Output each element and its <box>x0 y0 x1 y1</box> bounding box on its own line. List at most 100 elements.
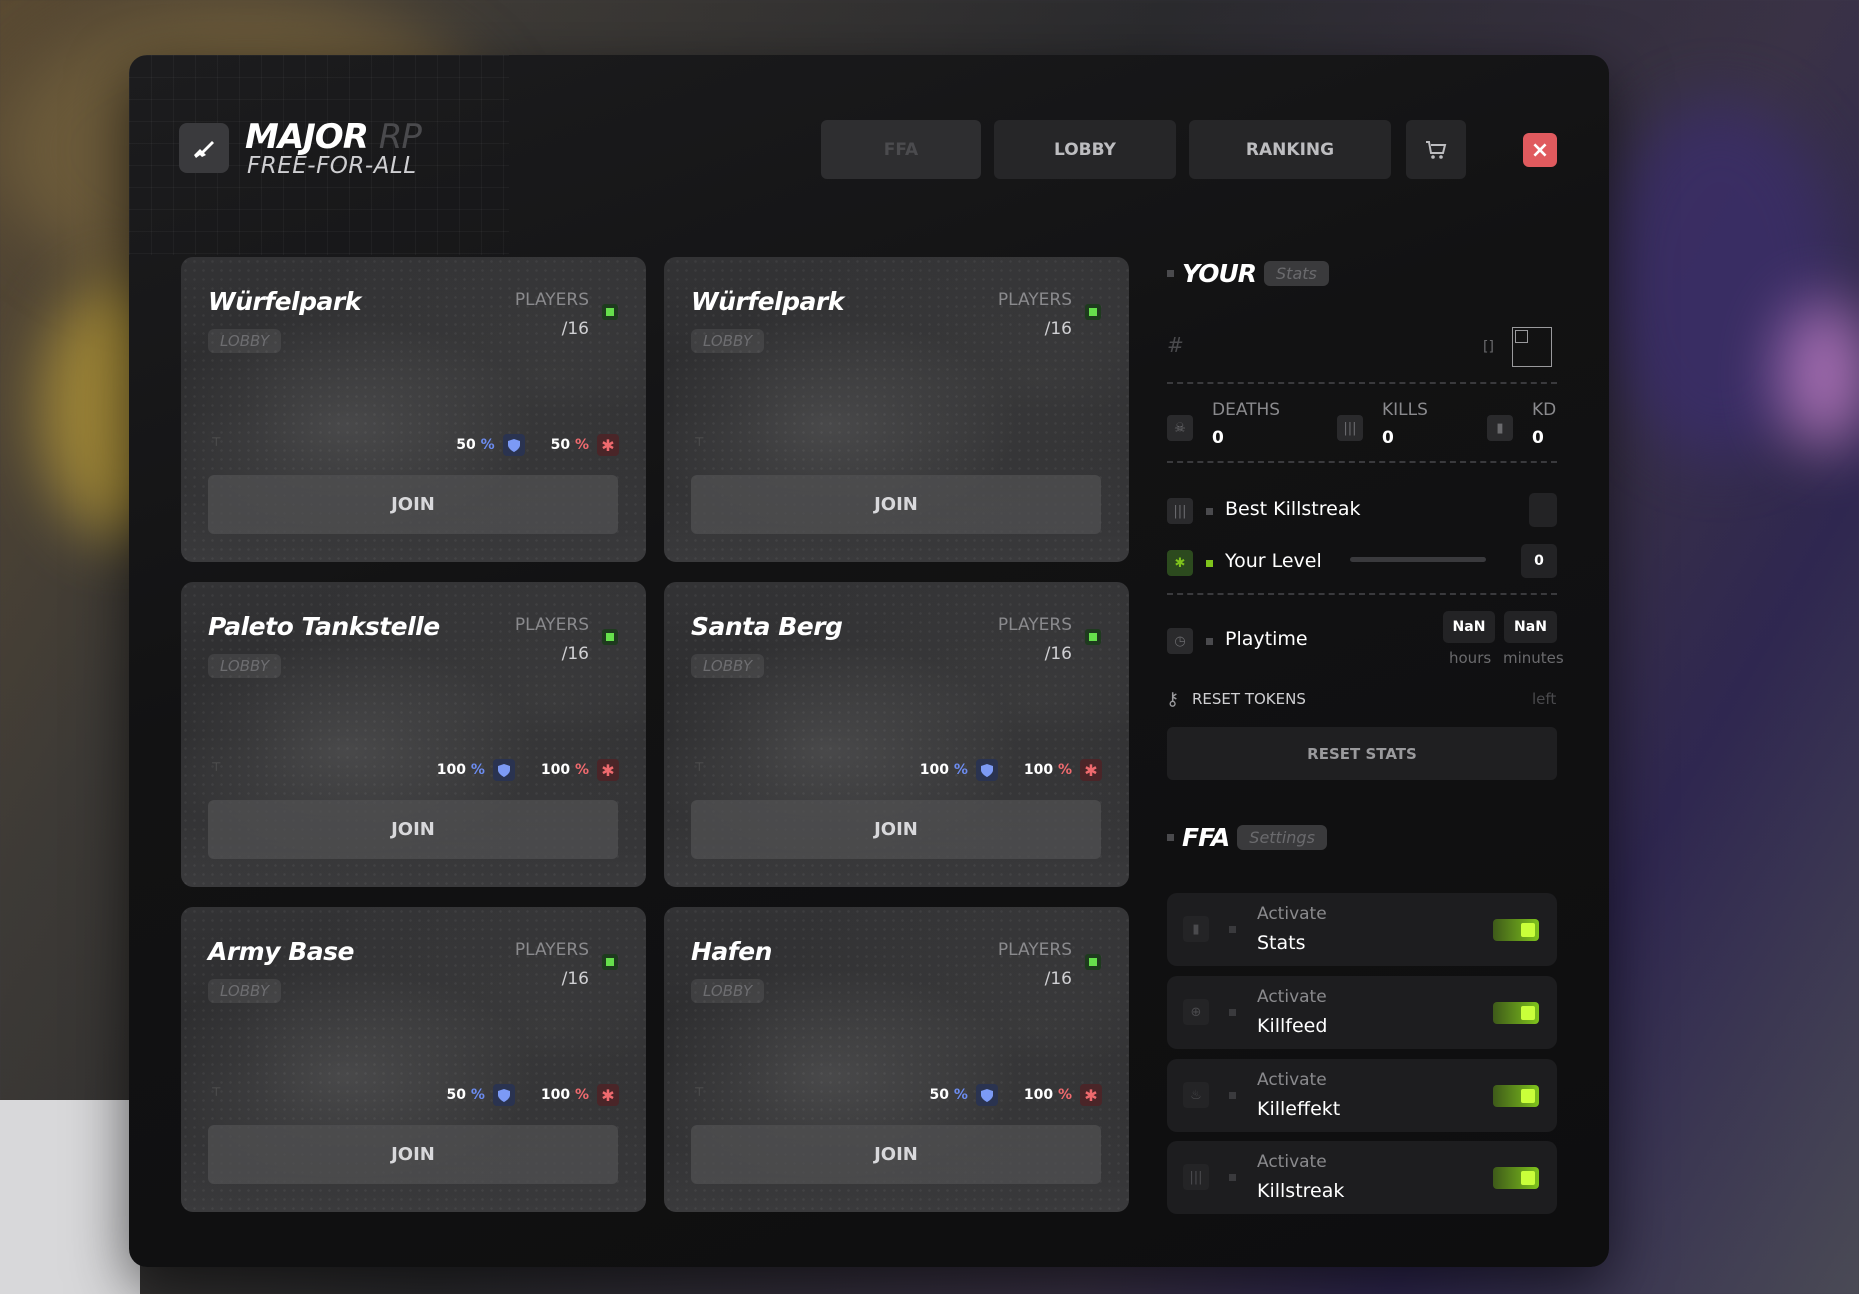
close-button[interactable]: × <box>1523 133 1557 167</box>
tab-ffa[interactable]: FFA <box>821 120 981 179</box>
map-name: Hafen <box>691 937 772 966</box>
setting-toggle[interactable] <box>1493 919 1539 941</box>
setting-name: Killstreak <box>1257 1180 1345 1202</box>
map-name: Santa Berg <box>691 612 843 641</box>
shield-icon <box>492 759 515 781</box>
medical-icon: ✱ <box>597 1084 619 1106</box>
setting-toggle[interactable] <box>1493 1167 1539 1189</box>
level-icon: ✱ <box>1167 550 1193 576</box>
shield-icon <box>502 434 525 456</box>
brand-title: MAJOR RP <box>245 117 422 157</box>
shield-icon <box>492 1084 515 1106</box>
clock-icon: ◷ <box>1167 628 1193 654</box>
key-icon: ⚷ <box>1166 689 1180 710</box>
tally-icon: ||| <box>1167 498 1193 524</box>
minutes-label: minutes <box>1503 649 1564 667</box>
join-button[interactable]: JOIN <box>208 1125 618 1184</box>
join-button[interactable]: JOIN <box>691 1125 1101 1184</box>
team-stats: 100 % 100 % ✱ <box>920 759 1102 781</box>
players-label: PLAYERS <box>997 940 1072 960</box>
team-stats: 50 % 100 % ✱ <box>929 1084 1102 1106</box>
divider <box>1167 461 1557 463</box>
tab-ranking[interactable]: RANKING <box>1189 120 1391 179</box>
best-killstreak-value <box>1529 493 1557 527</box>
your-level-label: Your Level <box>1225 550 1322 572</box>
red-team-percent: 50 % <box>550 437 589 453</box>
antenna-icon: ⊤ <box>694 435 705 449</box>
players-count: /16 <box>1044 644 1072 664</box>
status-indicator <box>602 954 618 970</box>
join-button[interactable]: JOIN <box>691 475 1101 534</box>
join-button[interactable]: JOIN <box>691 800 1101 859</box>
blue-team-percent: 50 % <box>446 1087 485 1103</box>
blue-team-percent: 50 % <box>456 437 495 453</box>
setting-action-label: Activate <box>1257 1152 1327 1172</box>
settings-section-title: FFA Settings <box>1167 823 1327 852</box>
rank-hash: # <box>1167 333 1184 357</box>
bullet <box>1167 270 1174 277</box>
tally-icon: ||| <box>1183 1164 1209 1190</box>
team-stats: 100 % 100 % ✱ <box>437 759 619 781</box>
bullet <box>1229 1009 1236 1016</box>
setting-toggle[interactable] <box>1493 1085 1539 1107</box>
playtime-label: Playtime <box>1225 628 1308 650</box>
crosshair-icon: ⊕ <box>1183 999 1209 1025</box>
antenna-icon: ⊤ <box>694 1085 705 1099</box>
map-card: Würfelpark LOBBY PLAYERS /16 ⊤ JOIN <box>664 257 1129 562</box>
players-count: /16 <box>561 644 589 664</box>
join-button[interactable]: JOIN <box>208 475 618 534</box>
stats-section-title: YOUR Stats <box>1167 259 1329 288</box>
tab-lobby[interactable]: LOBBY <box>994 120 1176 179</box>
setting-name: Killfeed <box>1257 1015 1328 1037</box>
setting-name: Stats <box>1257 932 1306 954</box>
players-label: PLAYERS <box>997 615 1072 635</box>
cart-icon <box>1426 140 1447 159</box>
flame-icon: ♨ <box>1183 1082 1209 1108</box>
join-button[interactable]: JOIN <box>208 800 618 859</box>
divider <box>1167 593 1557 595</box>
red-team-percent: 100 % <box>1023 1087 1072 1103</box>
hours-value: NaN <box>1443 611 1495 643</box>
divider <box>1167 382 1557 384</box>
antenna-icon: ⊤ <box>211 435 222 449</box>
kills-value: 0 <box>1382 428 1394 448</box>
best-killstreak-label: Best Killstreak <box>1225 498 1361 520</box>
close-icon: × <box>1530 137 1550 163</box>
status-indicator <box>602 304 618 320</box>
map-tag: LOBBY <box>691 329 765 353</box>
antenna-icon: ⊤ <box>694 760 705 774</box>
medical-icon: ✱ <box>1080 1084 1102 1106</box>
rifle-icon <box>194 141 214 158</box>
map-card: Army Base LOBBY PLAYERS /16 ⊤ 50 % 100 %… <box>181 907 646 1212</box>
bullet <box>1229 1092 1236 1099</box>
deaths-label: DEATHS <box>1212 400 1281 420</box>
setting-row: ||| Activate Killstreak <box>1167 1141 1557 1214</box>
bar-chart-icon: ▮ <box>1487 415 1513 441</box>
red-team-percent: 100 % <box>1023 762 1072 778</box>
reset-tokens-label: RESET TOKENS <box>1192 690 1306 708</box>
setting-action-label: Activate <box>1257 1070 1327 1090</box>
setting-toggle[interactable] <box>1493 1002 1539 1024</box>
shop-button[interactable] <box>1406 120 1466 179</box>
map-tag: LOBBY <box>691 979 765 1003</box>
brand-subtitle: FREE-FOR-ALL <box>247 153 417 179</box>
setting-action-label: Activate <box>1257 987 1327 1007</box>
team-stats: 50 % 50 % ✱ <box>456 434 619 456</box>
red-team-percent: 100 % <box>540 1087 589 1103</box>
map-card: Würfelpark LOBBY PLAYERS /16 ⊤ 50 % 50 %… <box>181 257 646 562</box>
map-name: Würfelpark <box>691 287 844 316</box>
map-card: Hafen LOBBY PLAYERS /16 ⊤ 50 % 100 % ✱ J… <box>664 907 1129 1212</box>
status-indicator <box>1085 629 1101 645</box>
players-count: /16 <box>1044 319 1072 339</box>
bullet <box>1167 834 1174 841</box>
background-blur <box>1780 300 1859 450</box>
blue-team-percent: 100 % <box>436 762 485 778</box>
reset-stats-button[interactable]: RESET STATS <box>1167 727 1557 780</box>
map-name: Army Base <box>208 937 355 966</box>
team-stats: 50 % 100 % ✱ <box>446 1084 619 1106</box>
status-indicator <box>1085 954 1101 970</box>
bullet <box>1229 926 1236 933</box>
players-count: /16 <box>561 319 589 339</box>
medical-icon: ✱ <box>597 434 619 456</box>
bar-chart-icon: ▮ <box>1183 916 1209 942</box>
